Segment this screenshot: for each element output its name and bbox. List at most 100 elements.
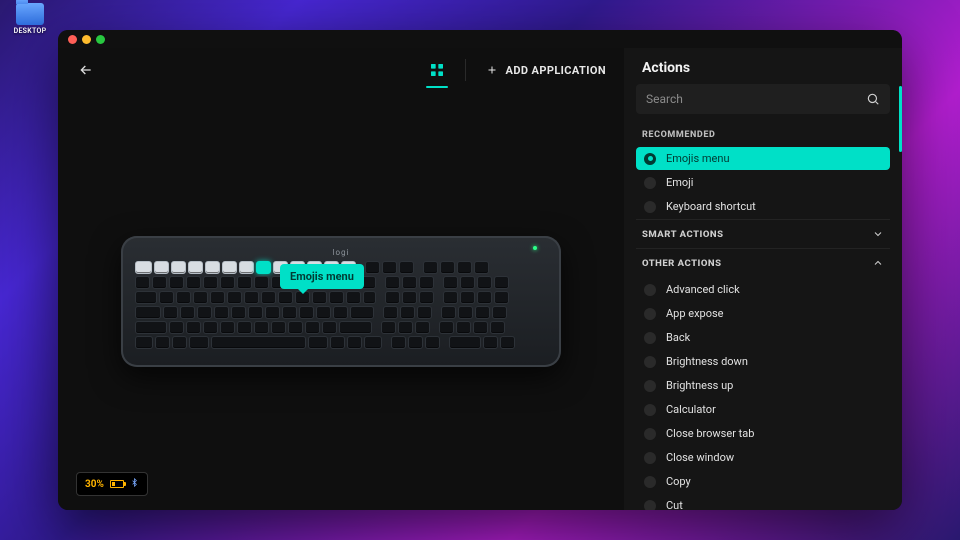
key: [460, 291, 475, 304]
app-window: ADD APPLICATION Emojis menu logi 30%: [58, 30, 902, 510]
key: [169, 321, 184, 334]
function-key[interactable]: [171, 261, 186, 274]
key: [500, 336, 515, 349]
action-option-label: Emojis menu: [666, 152, 730, 165]
function-key[interactable]: [382, 261, 397, 274]
chevron-down-icon: [872, 228, 884, 240]
key: [163, 306, 178, 319]
function-key[interactable]: [457, 261, 472, 274]
action-option-label: Advanced click: [666, 283, 740, 296]
battery-icon: [110, 480, 124, 488]
function-key[interactable]: [135, 261, 152, 274]
close-icon[interactable]: [68, 35, 77, 44]
action-option[interactable]: Close window: [636, 446, 890, 469]
key: [363, 291, 376, 304]
key: [186, 276, 201, 289]
key: [227, 291, 242, 304]
section-other-label: OTHER ACTIONS: [642, 258, 722, 269]
key: [135, 291, 157, 304]
key: [282, 306, 297, 319]
key: [312, 291, 327, 304]
section-smart-actions[interactable]: SMART ACTIONS: [636, 219, 890, 248]
action-option[interactable]: Emojis menu: [636, 147, 890, 170]
folder-icon: [16, 3, 44, 25]
key: [330, 336, 345, 349]
bluetooth-icon: [130, 477, 139, 491]
function-key[interactable]: [399, 261, 414, 274]
key: [231, 306, 246, 319]
action-option-label: App expose: [666, 307, 724, 320]
action-option[interactable]: Close browser tab: [636, 422, 890, 445]
radio-icon: [644, 177, 656, 189]
function-key[interactable]: [239, 261, 254, 274]
key: [449, 336, 481, 349]
function-key[interactable]: [188, 261, 203, 274]
key: [443, 276, 458, 289]
key: [408, 336, 423, 349]
action-option[interactable]: Advanced click: [636, 278, 890, 301]
desktop-folder[interactable]: DESKTOP: [10, 3, 50, 35]
radio-icon: [644, 380, 656, 392]
action-option[interactable]: Calculator: [636, 398, 890, 421]
key: [350, 306, 374, 319]
radio-icon: [644, 284, 656, 296]
fullscreen-icon[interactable]: [96, 35, 105, 44]
action-option[interactable]: Emoji: [636, 171, 890, 194]
add-application-button[interactable]: ADD APPLICATION: [486, 64, 606, 77]
key: [271, 321, 286, 334]
actions-search[interactable]: [636, 84, 890, 114]
function-key[interactable]: [365, 261, 380, 274]
minimize-icon[interactable]: [82, 35, 91, 44]
radio-icon: [644, 153, 656, 165]
section-other-actions[interactable]: OTHER ACTIONS: [636, 248, 890, 277]
key: [135, 336, 153, 349]
key: [494, 291, 509, 304]
key: [477, 276, 492, 289]
radio-icon: [644, 356, 656, 368]
action-option[interactable]: Brightness down: [636, 350, 890, 373]
key: [210, 291, 225, 304]
search-icon: [866, 92, 880, 106]
scroll-indicator[interactable]: [899, 86, 902, 152]
action-option-label: Cut: [666, 499, 683, 510]
main-pane: ADD APPLICATION Emojis menu logi 30%: [58, 48, 624, 510]
back-button[interactable]: [76, 60, 96, 80]
function-key[interactable]: [222, 261, 237, 274]
key-callout: Emojis menu: [280, 264, 364, 289]
key: [364, 336, 382, 349]
key: [176, 291, 191, 304]
section-smart-label: SMART ACTIONS: [642, 229, 724, 240]
key: [152, 276, 167, 289]
action-option[interactable]: Cut: [636, 494, 890, 510]
action-option[interactable]: App expose: [636, 302, 890, 325]
key: [203, 276, 218, 289]
toolbar: ADD APPLICATION: [58, 48, 624, 92]
key: [339, 321, 372, 334]
desktop-folder-label: DESKTOP: [10, 27, 50, 35]
key: [419, 291, 434, 304]
function-key[interactable]: [205, 261, 220, 274]
search-input[interactable]: [646, 92, 866, 106]
key: [381, 321, 396, 334]
action-option[interactable]: Keyboard shortcut: [636, 195, 890, 218]
action-option[interactable]: Back: [636, 326, 890, 349]
function-key[interactable]: [423, 261, 438, 274]
function-key[interactable]: [154, 261, 169, 274]
action-option[interactable]: Brightness up: [636, 374, 890, 397]
section-recommended-label: RECOMMENDED: [636, 122, 890, 146]
radio-icon: [644, 428, 656, 440]
key: [197, 306, 212, 319]
key: [193, 291, 208, 304]
key: [261, 291, 276, 304]
action-option-label: Brightness up: [666, 379, 733, 392]
apps-grid-icon[interactable]: [429, 62, 445, 78]
key: [494, 276, 509, 289]
key: [492, 306, 507, 319]
action-option-label: Emoji: [666, 176, 693, 189]
function-key[interactable]: [474, 261, 489, 274]
function-key[interactable]: [440, 261, 455, 274]
action-option[interactable]: Copy: [636, 470, 890, 493]
key: [419, 276, 434, 289]
function-key[interactable]: [256, 261, 271, 274]
key: [391, 336, 406, 349]
